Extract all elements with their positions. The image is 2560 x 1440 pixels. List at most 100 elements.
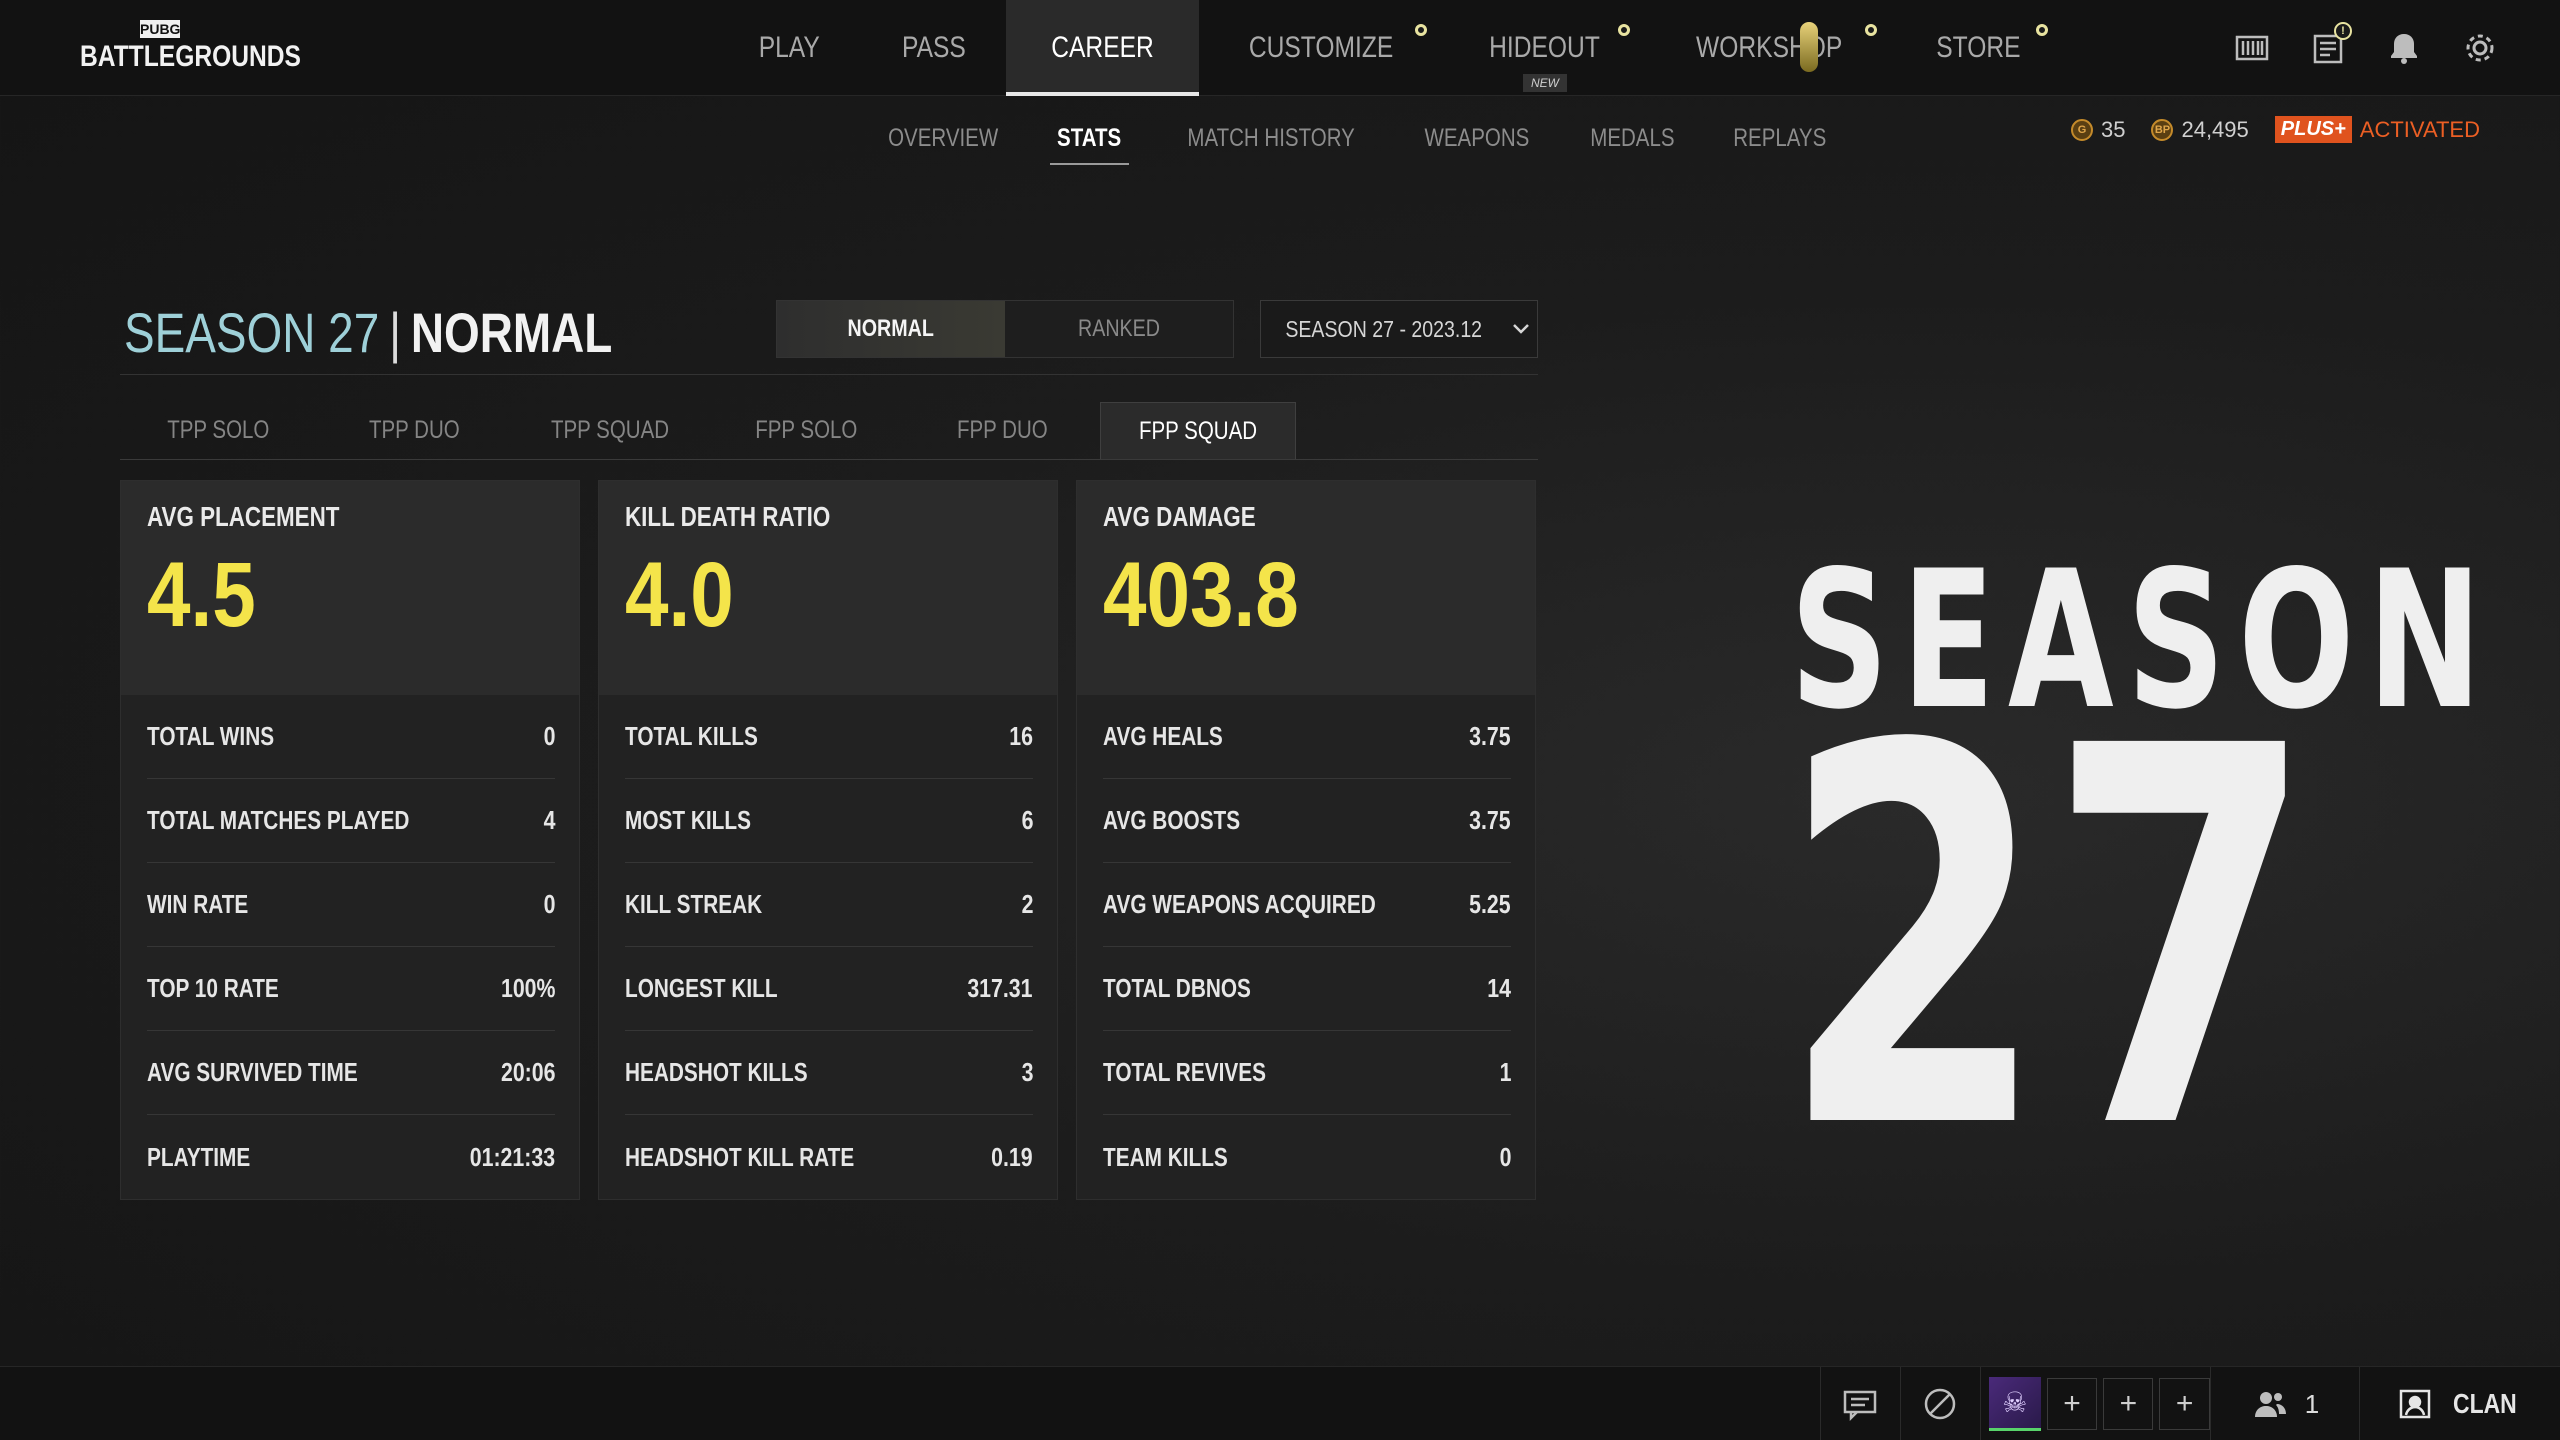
add-squad-member-button[interactable]: + (2046, 1378, 2098, 1430)
barcode-store-icon[interactable] (2232, 28, 2272, 68)
nav-store[interactable]: STORE (1893, 0, 2064, 96)
stat-row: MOST KILLS 6 (625, 779, 1033, 863)
mode-normal-button[interactable]: NORMAL (777, 301, 1005, 357)
clan-icon (2399, 1389, 2431, 1419)
stat-row: HEADSHOT KILL RATE 0.19 (625, 1141, 1033, 1172)
g-coin-balance[interactable]: G 35 (2070, 116, 2126, 143)
stat-card-header: KILL DEATH RATIO 4.0 (599, 481, 1057, 695)
nav-career[interactable]: CAREER (1006, 0, 1200, 96)
stat-row: TOTAL MATCHES PLAYED 4 (147, 779, 555, 863)
bp-icon: BP (2151, 118, 2174, 141)
chat-icon (1844, 1390, 1877, 1422)
alert-badge: ! (2334, 22, 2352, 40)
nav-pass[interactable]: PASS (861, 0, 1007, 96)
stat-row: WIN RATE 0 (147, 863, 555, 947)
top-navigation-bar: PUBG BATTLEGROUNDS PLAY PASS CAREER CUST… (0, 0, 2560, 96)
g-coin-icon: G (2070, 118, 2093, 141)
stat-card-title: AVG PLACEMENT (147, 501, 340, 532)
add-squad-member-button[interactable]: + (2103, 1378, 2154, 1430)
event-medal-icon[interactable] (1800, 22, 1818, 72)
tab-tpp-squad[interactable]: TPP SQUAD (512, 402, 708, 459)
currency-display: G 35 BP 24,495 PLUS+ ACTIVATED (2070, 116, 2480, 143)
stat-row: PLAYTIME 01:21:33 (147, 1141, 555, 1172)
bp-amount: 24,495 (2181, 116, 2249, 142)
divider (120, 374, 1538, 375)
season-art-number: 27 (1780, 637, 2316, 1243)
stat-row: LONGEST KILL 317.31 (625, 947, 1033, 1031)
stat-card-value: 403.8 (1103, 544, 1299, 646)
bell-icon[interactable] (2384, 28, 2424, 68)
news-icon[interactable]: ! (2308, 22, 2352, 68)
friends-icon (2254, 1392, 2286, 1417)
stat-card-header: AVG DAMAGE 403.8 (1077, 481, 1535, 695)
bp-balance[interactable]: BP 24,495 (2151, 116, 2249, 143)
add-squad-member-button[interactable]: + (2159, 1378, 2210, 1430)
subtab-stats[interactable]: STATS (1050, 124, 1129, 165)
stat-card-value: 4.0 (625, 544, 734, 646)
mode-toggle: NORMAL RANKED (776, 300, 1234, 358)
tab-fpp-solo[interactable]: FPP SOLO (708, 402, 904, 459)
top-right-icons: ! (2232, 22, 2500, 68)
season-dropdown-value: SEASON 27 - 2023.12 (1285, 315, 1483, 342)
pubg-battlegrounds-logo[interactable]: PUBG BATTLEGROUNDS (80, 20, 301, 78)
game-mode-tabs: TPP SOLO TPP DUO TPP SQUAD FPP SOLO FPP … (120, 402, 1538, 460)
stat-card-header: AVG PLACEMENT 4.5 (121, 481, 579, 695)
season-27-artwork: SEASON 27 (1780, 530, 2482, 1220)
mode-label: NORMAL (410, 301, 613, 364)
subtab-overview[interactable]: OVERVIEW (876, 124, 1010, 153)
plus-badge: PLUS+ (2274, 116, 2352, 143)
gear-icon[interactable] (2460, 28, 2500, 68)
subtab-match-history[interactable]: MATCH HISTORY (1169, 124, 1373, 153)
nav-workshop[interactable]: WORKSHOP (1646, 0, 1892, 96)
stat-row: AVG BOOSTS 3.75 (1103, 779, 1511, 863)
notification-dot (1618, 24, 1631, 36)
stat-card-placement: AVG PLACEMENT 4.5 TOTAL WINS 0 TOTAL MATC… (120, 480, 580, 1200)
stat-row: TOTAL KILLS 16 (625, 695, 1033, 779)
stat-card-damage: AVG DAMAGE 403.8 AVG HEALS 3.75 AVG BOOST… (1076, 480, 1536, 1200)
stat-row: AVG HEALS 3.75 (1103, 695, 1511, 779)
new-tag: NEW (1522, 74, 1567, 92)
g-coin-amount: 35 (2100, 116, 2126, 142)
subtab-replays[interactable]: REPLAYS (1723, 124, 1836, 153)
bottom-bar: ☠ + + + 1 CLAN (0, 1366, 2560, 1440)
mode-ranked-button[interactable]: RANKED (1005, 301, 1233, 357)
stat-row: TOTAL WINS 0 (147, 695, 555, 779)
friends-button[interactable]: 1 (2209, 1367, 2359, 1440)
clan-label: CLAN (2453, 1388, 2518, 1419)
plus-status-text: ACTIVATED (2359, 116, 2480, 142)
nav-hideout[interactable]: HIDEOUT NEW (1443, 0, 1646, 96)
tab-fpp-squad[interactable]: FPP SQUAD (1100, 402, 1296, 459)
stat-card-title: AVG DAMAGE (1103, 501, 1256, 532)
skull-icon: ☠ (2002, 1387, 2028, 1418)
season-dropdown[interactable]: SEASON 27 - 2023.12 (1260, 300, 1538, 358)
stat-card-title: KILL DEATH RATIO (625, 501, 831, 532)
subtab-medals[interactable]: MEDALS (1581, 124, 1684, 153)
stat-card-value: 4.5 (147, 544, 256, 646)
chat-button[interactable] (1819, 1367, 1900, 1440)
stat-row: HEADSHOT KILLS 3 (625, 1031, 1033, 1115)
tab-tpp-duo[interactable]: TPP DUO (316, 402, 512, 459)
stat-row: TEAM KILLS 0 (1103, 1141, 1511, 1172)
main-nav: PLAY PASS CAREER CUSTOMIZE HIDEOUT NEW WO… (718, 0, 2064, 96)
tab-tpp-solo[interactable]: TPP SOLO (120, 402, 316, 459)
notification-dot (1415, 24, 1428, 36)
stat-row: AVG WEAPONS ACQUIRED 5.25 (1103, 863, 1511, 947)
notification-dot (1864, 24, 1877, 36)
chevron-down-icon (1512, 324, 1529, 334)
stat-row: TOP 10 RATE 100% (147, 947, 555, 1031)
player-avatar[interactable]: ☠ (1988, 1377, 2041, 1431)
emblem-button[interactable] (1899, 1367, 1980, 1440)
emblem-icon (1925, 1388, 1956, 1420)
nav-customize[interactable]: CUSTOMIZE (1199, 0, 1443, 96)
clan-button[interactable]: CLAN (2359, 1367, 2560, 1440)
stat-row: AVG SURVIVED TIME 20:06 (147, 1031, 555, 1115)
plus-status[interactable]: PLUS+ ACTIVATED (2274, 116, 2480, 143)
subtab-weapons[interactable]: WEAPONS (1413, 124, 1541, 153)
stat-card-kill-death: KILL DEATH RATIO 4.0 TOTAL KILLS 16 MOST … (598, 480, 1058, 1200)
stat-row: TOTAL DBNOS 14 (1103, 947, 1511, 1031)
title-divider: | (389, 301, 402, 364)
tab-fpp-duo[interactable]: FPP DUO (904, 402, 1100, 459)
career-subnav: OVERVIEW STATS MATCH HISTORY WEAPONS MED… (876, 124, 1837, 165)
nav-play[interactable]: PLAY (718, 0, 861, 96)
friends-count: 1 (2304, 1388, 2320, 1419)
